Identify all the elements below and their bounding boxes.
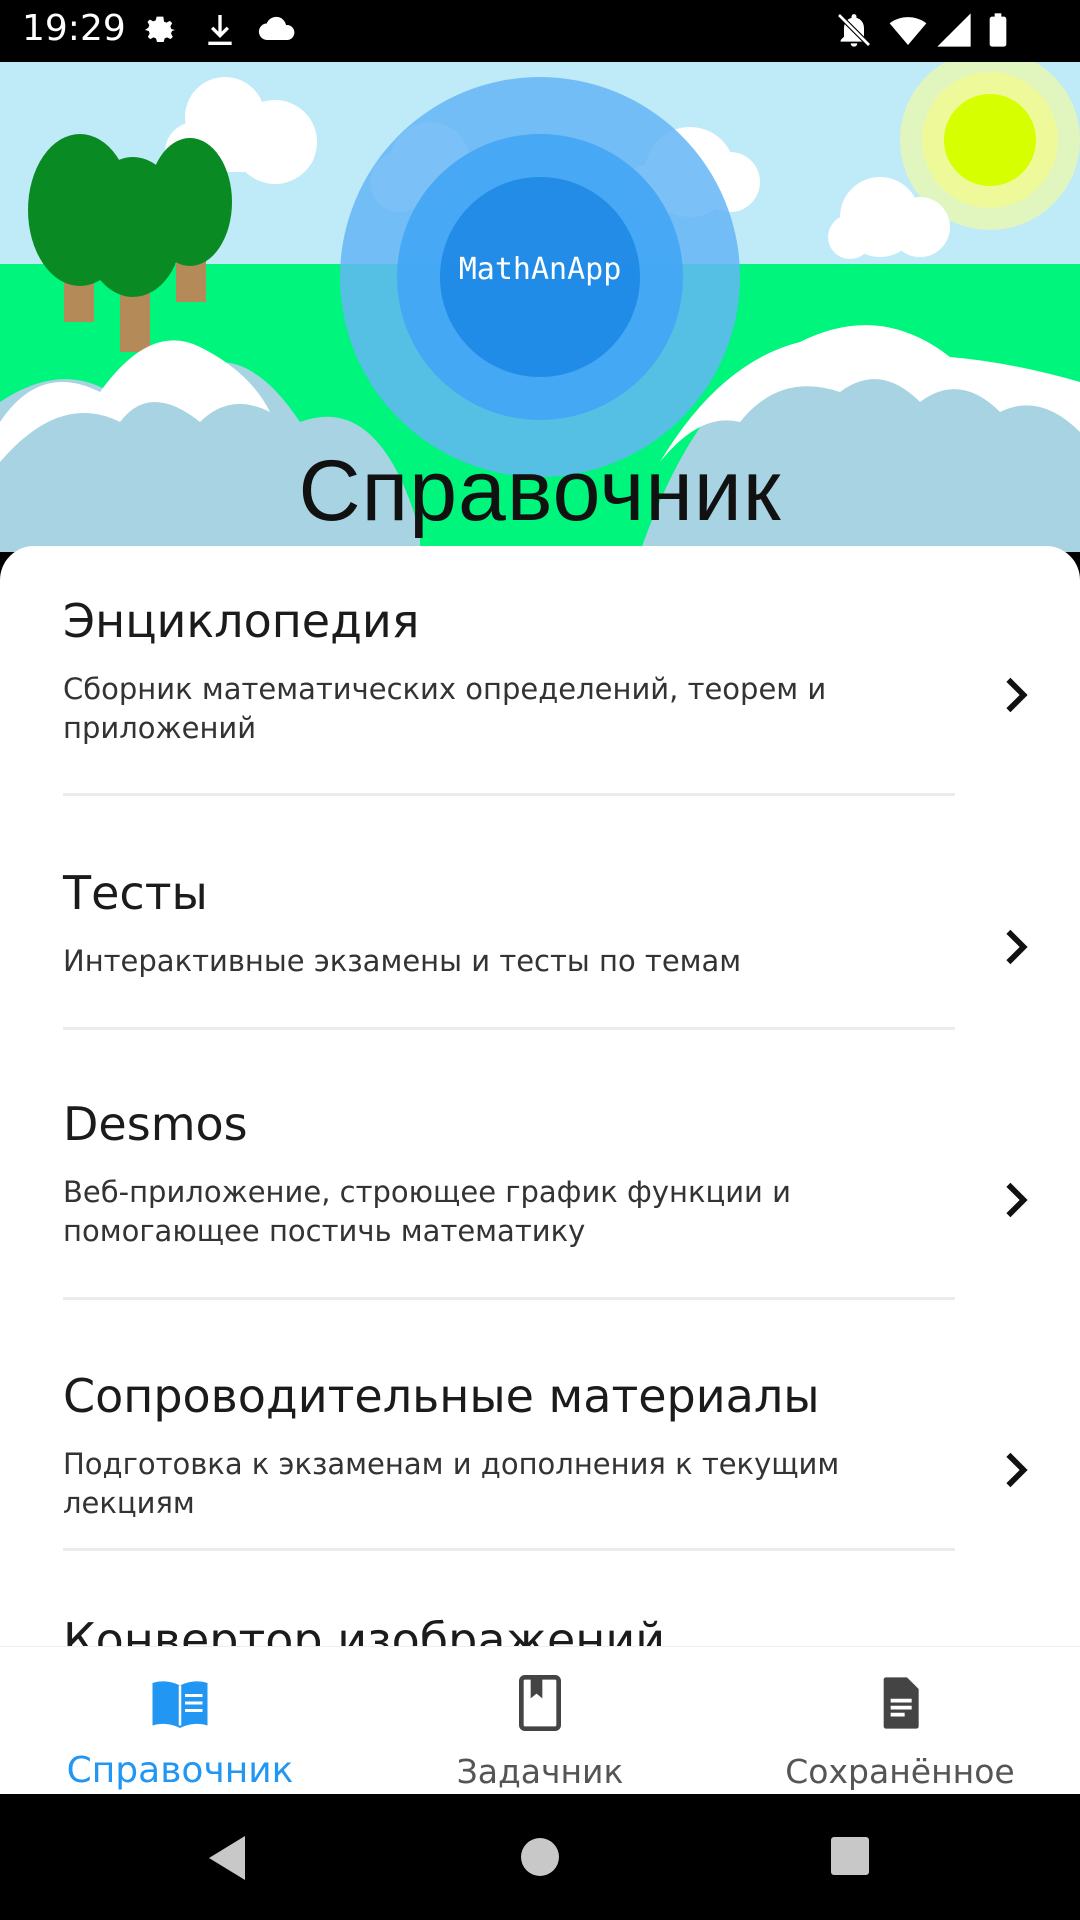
list-item-desmos[interactable]: Desmos Веб-приложение, строющее график ф…: [0, 1031, 1080, 1301]
list-item-title: Desmos: [63, 1097, 248, 1151]
divider: [63, 1027, 955, 1030]
notifications-off-icon: [837, 13, 871, 47]
list-item-materials[interactable]: Сопроводительные материалы Подготовка к …: [0, 1301, 1080, 1551]
app-logo-text: MathAnApp: [458, 252, 622, 287]
bookmark-book-icon: [519, 1675, 561, 1731]
chevron-right-icon: [1006, 1182, 1028, 1218]
list-item-desc: Интерактивные экзамены и тесты по темам: [63, 944, 742, 978]
status-bar: 19:29: [0, 0, 1080, 62]
menu-list: Энциклопедия Сборник математических опре…: [0, 546, 1080, 1646]
chevron-right-icon: [1006, 929, 1028, 965]
list-item-desc: Подготовка к экзаменам и дополнения к те…: [63, 1447, 840, 1520]
list-item-image-converter[interactable]: Конвертор изображений: [0, 1551, 1080, 1646]
recents-icon[interactable]: [830, 1836, 870, 1876]
nav-tab-problems[interactable]: Задачник: [360, 1647, 720, 1795]
wifi-icon: [889, 17, 927, 45]
list-item-desc: Веб-приложение, строющее график функции …: [63, 1175, 791, 1248]
status-time: 19:29: [22, 8, 126, 49]
list-item-desc: Сборник математических определений, теор…: [63, 672, 827, 745]
back-icon[interactable]: [205, 1834, 249, 1882]
home-icon[interactable]: [519, 1836, 561, 1878]
list-item-encyclopedia[interactable]: Энциклопедия Сборник математических опре…: [0, 546, 1080, 796]
nav-label: Задачник: [456, 1752, 624, 1791]
battery-icon: [989, 13, 1007, 47]
chevron-right-icon: [1006, 1452, 1028, 1488]
page-title: Справочник: [298, 443, 782, 539]
list-item-title: Конвертор изображений: [63, 1613, 666, 1646]
book-open-icon: [152, 1681, 208, 1728]
list-item-title: Энциклопедия: [63, 594, 420, 648]
cloud-icon: [258, 16, 295, 41]
nav-label: Справочник: [66, 1750, 294, 1791]
list-item-tests[interactable]: Тесты Интерактивные экзамены и тесты по …: [0, 796, 1080, 1031]
gear-icon: [145, 16, 175, 42]
signal-icon: [937, 13, 971, 47]
nav-label: Сохранённое: [785, 1752, 1015, 1791]
list-item-title: Сопроводительные материалы: [63, 1369, 820, 1423]
divider: [63, 1297, 955, 1300]
list-item-title: Тесты: [63, 866, 208, 920]
chevron-right-icon: [1006, 677, 1028, 713]
bottom-navigation: Справочник Задачник Сохранённое: [0, 1646, 1080, 1795]
system-navigation-bar: [0, 1794, 1080, 1920]
nav-tab-reference[interactable]: Справочник: [0, 1647, 360, 1795]
download-icon: [208, 15, 232, 45]
hero-banner: MathAnApp Справочник: [0, 62, 1080, 552]
document-icon: [883, 1677, 919, 1729]
nav-tab-saved[interactable]: Сохранённое: [720, 1647, 1080, 1795]
